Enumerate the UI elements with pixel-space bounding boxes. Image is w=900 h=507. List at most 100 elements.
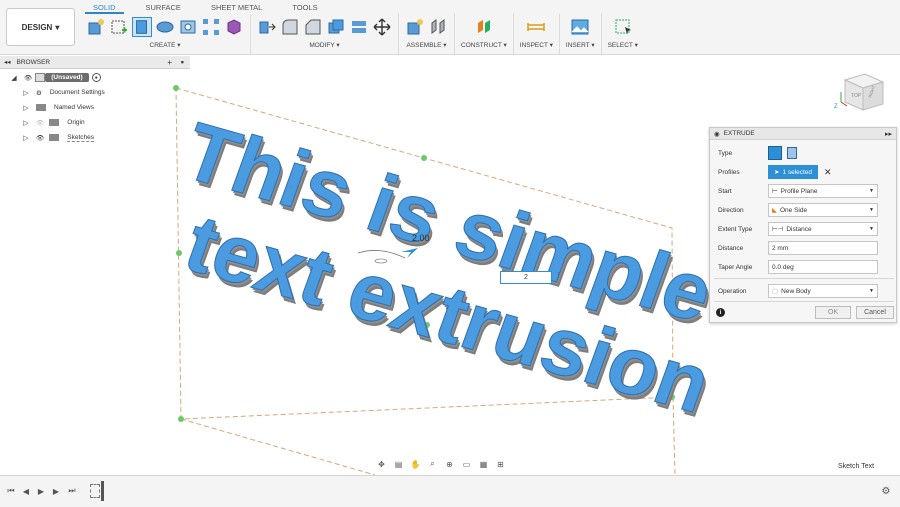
select-icon[interactable] (613, 17, 633, 37)
viewports-icon[interactable]: ⊞ (494, 458, 507, 470)
thin-type-icon[interactable] (787, 147, 797, 159)
cancel-button[interactable]: Cancel (856, 306, 894, 319)
assemble-group: ASSEMBLE ▾ (399, 14, 455, 54)
create-sketch-icon[interactable] (109, 17, 129, 37)
taper-angle-field[interactable]: 0.0 deg (768, 260, 878, 274)
collapse-icon[interactable]: ◂◂ (4, 58, 11, 66)
step-back-icon[interactable]: ◀ (21, 486, 31, 496)
tab-surface[interactable]: SURFACE (138, 0, 189, 14)
solid-type-icon[interactable] (768, 146, 782, 160)
operation-select[interactable]: ▢ New Body ▼ (768, 284, 878, 298)
assemble-menu[interactable]: ASSEMBLE (406, 42, 441, 49)
inspect-menu[interactable]: INSPECT (520, 42, 548, 49)
settings-gear-icon[interactable]: ⚙ (881, 486, 891, 497)
direction-row: Direction ◣ One Side ▼ (710, 202, 898, 218)
clear-selection-icon[interactable]: ✕ (824, 167, 832, 178)
distance-row: Distance 2 mm (710, 240, 898, 256)
insert-group: INSERT ▾ (560, 14, 602, 54)
browser-item-sketches[interactable]: ▷ 👁 Sketches (0, 130, 190, 145)
type-row: Type (710, 145, 898, 161)
pattern-icon[interactable] (201, 17, 221, 37)
construct-menu[interactable]: CONSTRUCT (461, 42, 502, 49)
zoom-icon[interactable]: ⌕ (426, 458, 439, 470)
extrude-header: ◉ EXTRUDE ▸▸ (710, 128, 896, 140)
toolbar: DESIGN ▾ SOLID SURFACE SHEET METAL TOOLS… (0, 0, 900, 55)
dimension-label: 2.00 (412, 233, 430, 243)
distance-input-menu-icon[interactable]: ⋮ (555, 271, 562, 284)
create-form-icon[interactable] (224, 17, 244, 37)
eye-icon[interactable]: 👁 (24, 74, 32, 82)
start-select[interactable]: ⊢ Profile Plane ▼ (768, 184, 878, 198)
select-group: SELECT ▾ (602, 14, 644, 54)
timeline-feature-sketch[interactable] (90, 484, 100, 498)
hole-icon[interactable] (178, 17, 198, 37)
create-menu[interactable]: CREATE (150, 42, 176, 49)
viewcube[interactable]: TOP RIGHT Z (833, 70, 893, 115)
expand-triangle-icon[interactable]: ▷ (22, 104, 30, 112)
tab-sheet-metal[interactable]: SHEET METAL (203, 0, 270, 14)
browser-item-origin[interactable]: ▷ 👁 Origin (0, 115, 190, 130)
direction-select[interactable]: ◣ One Side ▼ (768, 203, 878, 217)
info-icon[interactable]: i (716, 308, 725, 317)
revolve-icon[interactable] (155, 17, 175, 37)
select-menu[interactable]: SELECT (608, 42, 633, 49)
move-copy-icon[interactable] (372, 17, 392, 37)
browser-close-icon[interactable]: ▪ (181, 57, 184, 67)
pan-icon[interactable]: ✋ (409, 458, 422, 470)
joint-icon[interactable] (428, 17, 448, 37)
step-forward-icon[interactable]: ▶ (51, 486, 61, 496)
folder-icon (49, 134, 60, 141)
tool-groups: CREATE ▾ MODIFY ▾ ASSEMBLE ▾ CONSTRUCT ▾… (80, 14, 644, 54)
fillet-icon[interactable] (280, 17, 300, 37)
insert-menu[interactable]: INSERT (566, 42, 590, 49)
plane-mid-point (421, 155, 427, 161)
new-component-assemble-icon[interactable] (405, 17, 425, 37)
zoom-window-icon[interactable]: ⊕ (443, 458, 456, 470)
panel-minimize-icon[interactable]: ◉ (714, 130, 720, 138)
create-group: CREATE ▾ (80, 14, 251, 54)
press-pull-icon[interactable] (257, 17, 277, 37)
extent-type-select[interactable]: ⊢⊣ Distance ▼ (768, 222, 878, 236)
combine-icon[interactable] (349, 17, 369, 37)
browser-root[interactable]: ◢ 👁 (Unsaved) ● (0, 70, 190, 85)
workspace-switcher[interactable]: DESIGN ▾ (6, 8, 75, 46)
orbit-icon[interactable]: ✥ (375, 458, 388, 470)
ok-button[interactable]: OK (815, 306, 851, 319)
folder-icon (36, 104, 46, 111)
tab-tools[interactable]: TOOLS (284, 0, 325, 14)
browser-header: ◂◂ BROWSER ▪ + (0, 56, 190, 69)
look-at-icon[interactable]: ▤ (392, 458, 405, 470)
offset-plane-icon[interactable] (474, 17, 494, 37)
chamfer-icon[interactable] (303, 17, 323, 37)
browser-item-document-settings[interactable]: ▷ ⚙ Document Settings (0, 85, 190, 100)
extrude-icon[interactable] (132, 17, 152, 37)
distance-field[interactable]: 2 mm (768, 241, 878, 255)
modify-menu[interactable]: MODIFY (309, 42, 334, 49)
new-component-icon[interactable] (86, 17, 106, 37)
browser-expand-icon[interactable]: + (167, 58, 172, 67)
collapse-triangle-icon[interactable]: ◢ (10, 74, 18, 82)
grid-settings-icon[interactable]: ▦ (477, 458, 490, 470)
timeline-marker[interactable] (101, 481, 104, 501)
go-to-start-icon[interactable]: ⏮ (6, 486, 16, 496)
browser-title: BROWSER (16, 58, 51, 66)
expand-triangle-icon[interactable]: ▷ (22, 134, 30, 142)
play-icon[interactable]: ▶ (36, 486, 46, 496)
extent-type-row: Extent Type ⊢⊣ Distance ▼ (710, 221, 898, 237)
eye-hidden-icon[interactable]: 👁 (36, 119, 44, 127)
expand-panel-icon[interactable]: ▸▸ (885, 130, 892, 138)
insert-image-icon[interactable] (570, 17, 590, 37)
display-settings-icon[interactable]: ▭ (460, 458, 473, 470)
browser-item-named-views[interactable]: ▷ Named Views (0, 100, 190, 115)
eye-icon[interactable]: 👁 (36, 134, 44, 142)
distance-input[interactable]: 2 (500, 271, 552, 284)
expand-triangle-icon[interactable]: ▷ (22, 119, 30, 127)
profiles-selection-button[interactable]: ➤ 1 selected (768, 165, 818, 179)
go-to-end-icon[interactable]: ⏭ (67, 486, 77, 496)
measure-icon[interactable] (526, 17, 546, 37)
expand-triangle-icon[interactable]: ▷ (22, 89, 30, 97)
browser-root-label: (Unsaved) (45, 73, 89, 82)
shell-icon[interactable] (326, 17, 346, 37)
activate-icon[interactable]: ● (91, 73, 101, 82)
tab-solid[interactable]: SOLID (85, 0, 124, 14)
